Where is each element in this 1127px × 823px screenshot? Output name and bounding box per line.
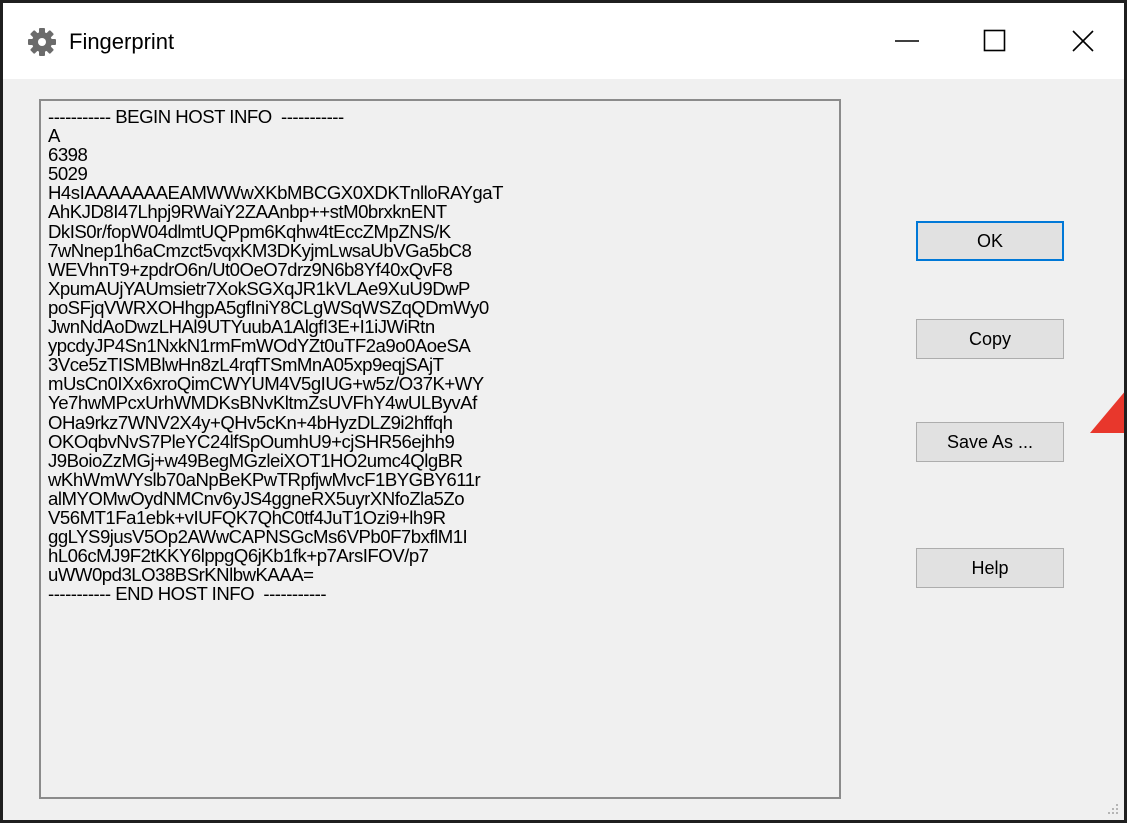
host-info-line: ggLYS9jusV5Op2AWwCAPNSGcMs6VPb0F7bxflM1I: [48, 526, 468, 548]
host-info-line: wKhWmWYslb70aNpBeKPwTRpfjwMvcF1BYGBY611r: [48, 468, 481, 490]
save-as-button[interactable]: Save As ...: [916, 422, 1064, 462]
host-info-line: 5029: [48, 163, 88, 185]
maximize-button[interactable]: [949, 3, 1041, 79]
host-info-line: uWW0pd3LO38BSrKNlbwKAAA=: [48, 564, 314, 586]
host-info-line: 7wNnep1h6aCmzct5vqxKM3DKyjmLwsaUbVGa5bC8: [48, 239, 472, 261]
host-info-line: H4sIAAAAAAAEAMWWwXKbMBCGX0XDKTnlloRAYgaT: [48, 182, 503, 204]
host-info-line: 3Vce5zTISMBlwHn8zL4rqfTSmMnA05xp9eqjSAjT: [48, 354, 444, 376]
host-info-line: V56MT1Fa1ebk+vIUFQK7QhC0tf4JuT1Ozi9+lh9R: [48, 506, 446, 528]
window-title: Fingerprint: [69, 29, 175, 54]
host-info-line: A: [48, 125, 60, 147]
host-info-line: ----------- END HOST INFO -----------: [48, 583, 327, 605]
title-bar[interactable]: Fingerprint: [3, 3, 1124, 79]
close-button[interactable]: [1037, 3, 1124, 79]
copy-button[interactable]: Copy: [916, 319, 1064, 359]
host-info-line: OHa9rkz7WNV2X4y+QHv5cKn+4bHyzDLZ9i2hffqh: [48, 411, 453, 433]
host-info-line: mUsCn0IXx6xroQimCWYUM4V5gIUG+w5z/O37K+WY: [48, 373, 484, 395]
host-info-line: Ye7hwMPcxUrhWMDKsBNvKltmZsUVFhY4wULByvAf: [48, 392, 477, 414]
host-info-line: AhKJD8I47Lhpj9RWaiY2ZAAnbp++stM0brxknENT: [48, 201, 447, 223]
ok-button[interactable]: OK: [916, 221, 1064, 261]
host-info-line: poSFjqVWRXOHhgpA5gfIniY8CLgWSqWSZqQDmWy0: [48, 296, 489, 318]
close-icon: [1072, 30, 1094, 52]
maximize-icon: [983, 29, 1006, 52]
host-info-line: J9BoioZzMGj+w49BegMGzleiXOT1HO2umc4QlgBR: [48, 449, 463, 471]
annotation-arrow-icon: [1090, 392, 1124, 433]
host-info-line: ----------- BEGIN HOST INFO -----------: [48, 106, 344, 127]
help-button[interactable]: Help: [916, 548, 1064, 588]
host-info-line: OKOqbvNvS7PleYC24lfSpOumhU9+cjSHR56ejhh9: [48, 430, 455, 452]
fingerprint-dialog: Fingerprint ----------- BEGIN HOST INFO …: [0, 0, 1127, 823]
host-info-line: hL06cMJ9F2tKKY6lppgQ6jKb1fk+p7ArsIFOV/p7: [48, 545, 429, 567]
gear-icon: [27, 27, 57, 57]
minimize-button[interactable]: [861, 3, 953, 79]
host-info-line: 6398: [48, 144, 88, 166]
host-info-line: DkIS0r/fopW04dlmtUQPpm6Kqhw4tEccZMpZNS/K: [48, 220, 451, 242]
resize-grip-icon[interactable]: [1104, 800, 1120, 816]
host-info-line: ypcdyJP4Sn1NxkN1rmFmWOdYZt0uTF2a9o0AoeSA: [48, 335, 471, 357]
host-info-line: alMYOMwOydNMCnv6yJS4ggneRX5uyrXNfoZla5Zo: [48, 487, 465, 509]
host-info-line: JwnNdAoDwzLHAl9UTYuubA1AlgfI3E+I1iJWiRtn: [48, 316, 435, 338]
host-info-line: WEVhnT9+zpdrO6n/Ut0OeO7drz9N6b8Yf40xQvF8: [48, 258, 453, 280]
host-info-line: XpumAUjYAUmsietr7XokSGXqJR1kVLAe9XuU9DwP: [48, 277, 470, 299]
minimize-icon: [895, 40, 919, 42]
host-info-textbox[interactable]: ----------- BEGIN HOST INFO ----------- A…: [39, 99, 841, 799]
